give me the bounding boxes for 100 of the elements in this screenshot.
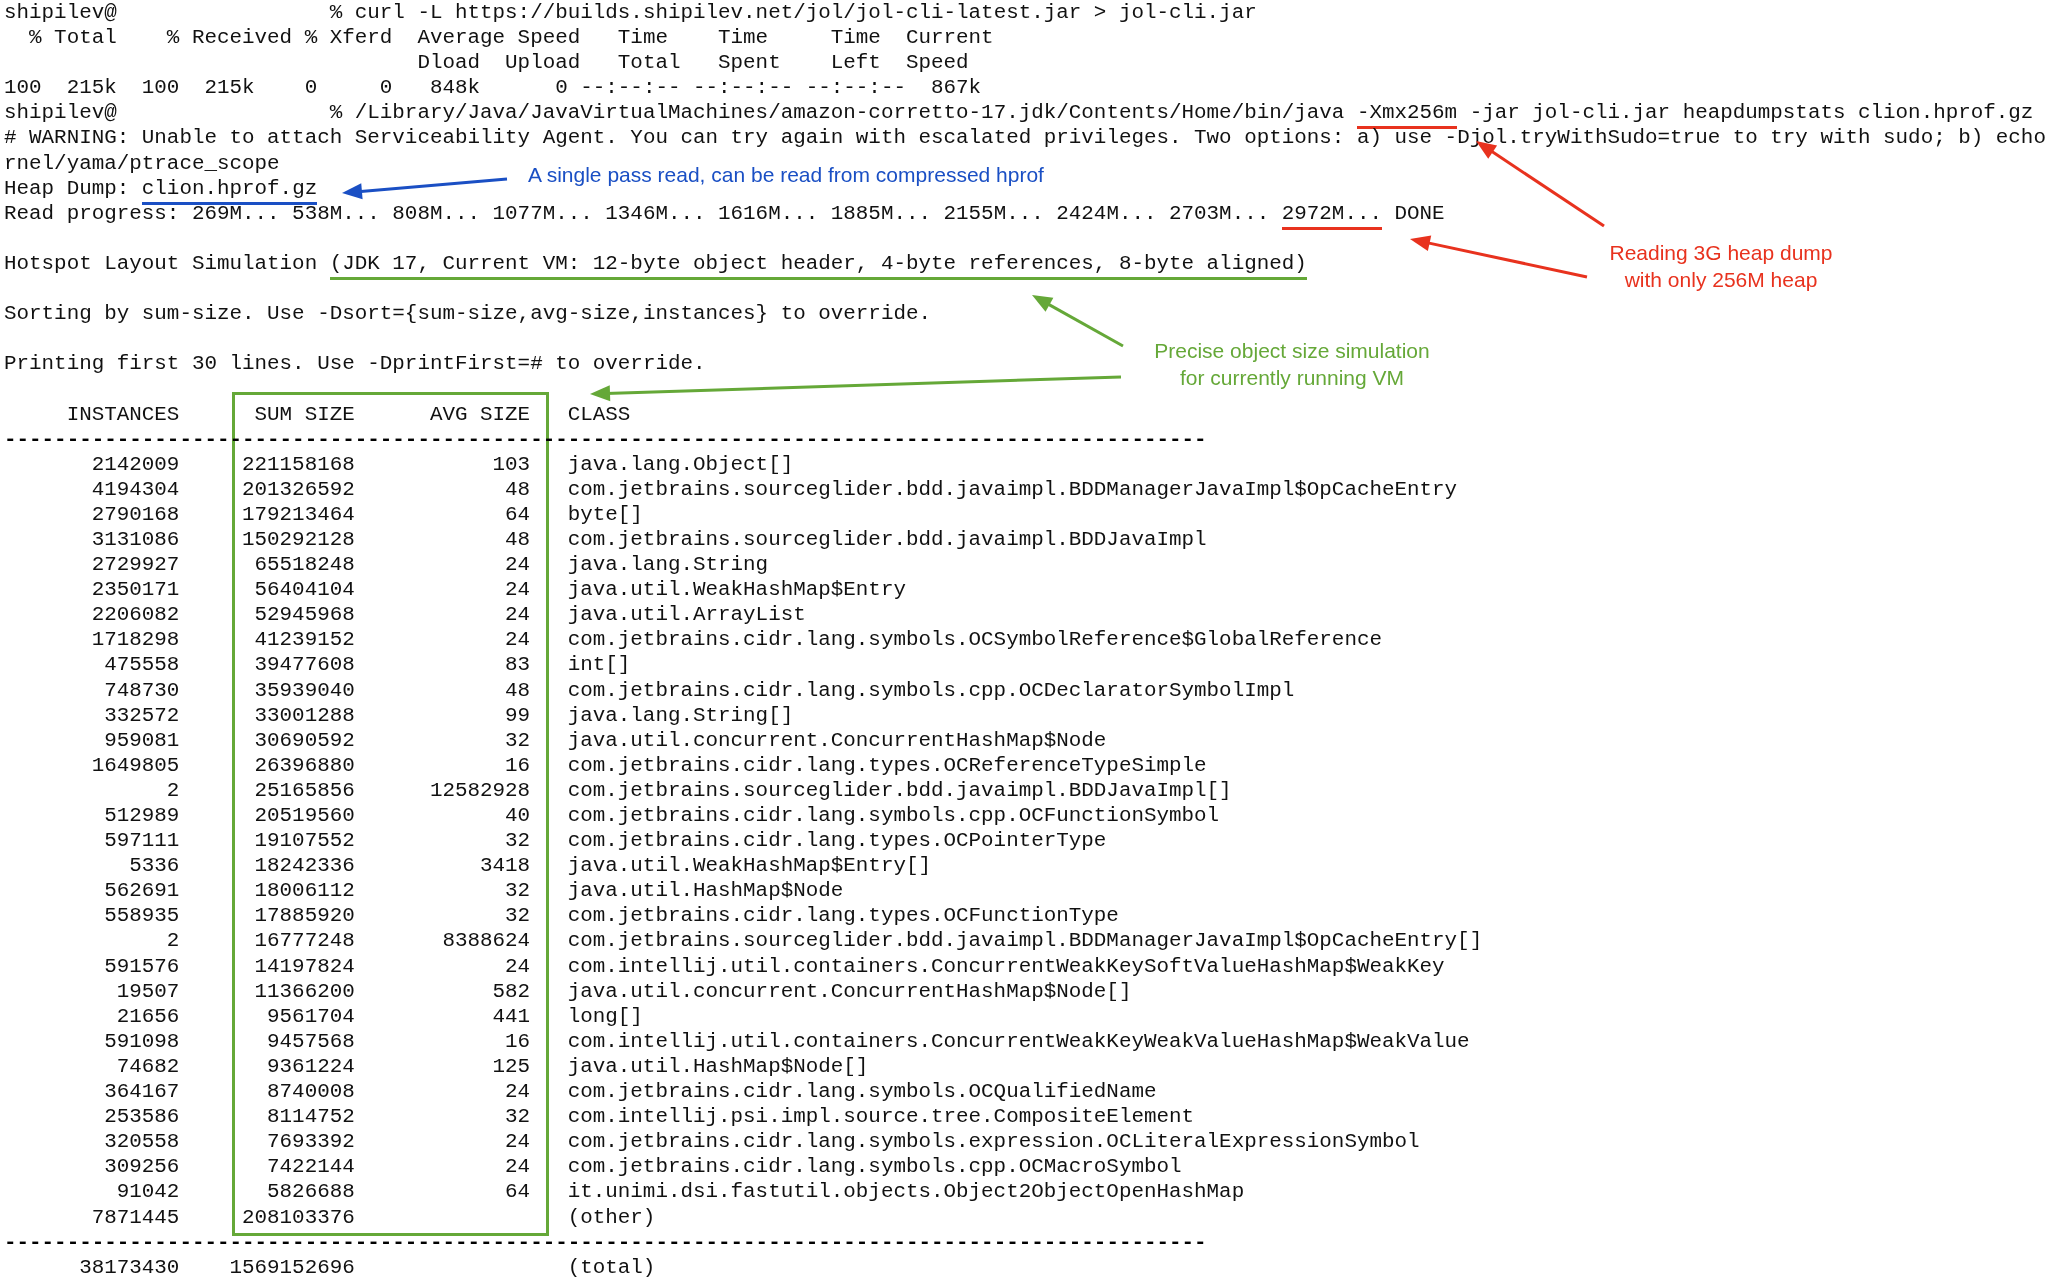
table-cell-text: 125 [491,1053,531,1080]
table-cell-text: 597111 [103,828,180,854]
table-cell: com.jetbrains.sourceglider.bdd.javaimpl.BDDJavaImpl [567,526,1207,553]
annotation-note: Reading 3G heap dump with only 256M heap [1608,240,1834,293]
table-cell: com.intellij.psi.impl.source.tree.CompositeElement [567,1104,1195,1130]
table-cell-text: 8388624 [441,928,531,954]
table-cell-text: 582 [491,978,531,1004]
table-cell-text: 103 [491,451,531,477]
table-cell-text: 48 [504,526,531,553]
total-cell-text: 38173430 [78,1254,180,1280]
table-cell-text: 7871445 [90,1204,180,1230]
table-cell-text: 208103376 [241,1204,355,1230]
table-cell-text: 40 [504,803,531,829]
table-cell-text: 2206082 [90,602,180,628]
table-cell-text: 332572 [103,702,180,728]
table-cell-text: 32 [504,1104,531,1130]
table-cell-text: 3418 [479,853,531,879]
table-cell-text: 14197824 [253,953,355,979]
terminal-line: # WARNING: Unable to attach Serviceability Agent. You can try again with escalated privileges. Two options: a) use -Djol.tryWithSudo=true to try with sudo; b) echo [4,125,2046,151]
table-cell: com.jetbrains.sourceglider.bdd.javaimpl.BDDManagerJavaImpl$OpCacheEntry[] [567,928,1483,954]
total-cell-text: 1569152696 [228,1254,355,1280]
terminal-line: Printing first 30 lines. Use -DprintFirst=# to override. [4,351,706,377]
table-cell-text: 2350171 [90,577,180,603]
table-cell-text: 20519560 [253,803,355,829]
terminal-line: Heap Dump: clion.hprof.gz [4,175,318,201]
table-cell-text: 959081 [103,727,180,753]
table-cell-text: 5336 [128,853,180,879]
table-cell: java.lang.Object[] [567,451,794,477]
table-cell-text: 91042 [115,1179,180,1205]
table-cell-text: 221158168 [241,451,355,477]
table-cell: byte[] [567,501,643,527]
table-cell-text: 35939040 [253,677,355,703]
table-cell-text: 26396880 [253,752,355,778]
table-cell-text: 16 [504,752,531,778]
table-cell: com.jetbrains.cidr.lang.types.OCPointerType [567,828,1107,854]
table-cell: it.unimi.dsi.fastutil.objects.Object2ObjectOpenHashMap [567,1179,1245,1205]
table-cell-text: 2790168 [90,501,180,527]
column-header: CLASS [567,401,631,427]
table-cell-text: 64 [504,501,531,527]
table-cell-text: 2 [165,777,180,803]
table-cell-text: 2142009 [90,451,180,477]
table-cell-text: 25165856 [253,777,355,803]
column-header: SUM SIZE [253,401,355,427]
table-cell-text: 1649805 [90,752,180,778]
table-cell: (other) [567,1204,656,1230]
table-cell-text: 64 [504,1179,531,1205]
table-cell: com.jetbrains.cidr.lang.types.OCReferenceTypeSimple [567,752,1207,778]
table-cell-text: 441 [491,1003,531,1029]
table-cell: java.util.HashMap$Node [567,878,844,904]
table-cell-text: 24 [504,1154,531,1180]
table-cell-text: 41239152 [253,627,355,653]
terminal-line: Hotspot Layout Simulation (JDK 17, Current VM: 12-byte object header, 4-byte references, 8-byte aligned) [4,250,1307,277]
table-cell: long[] [567,1003,643,1029]
table-cell: com.jetbrains.cidr.lang.symbols.cpp.OCFunctionSymbol [567,803,1220,829]
table-cell: com.jetbrains.cidr.lang.symbols.cpp.OCMacroSymbol [567,1154,1182,1180]
table-cell-text: 7422144 [266,1154,355,1180]
table-cell-text: 320558 [103,1129,180,1155]
table-cell: java.lang.String [567,552,769,578]
column-header: INSTANCES [65,401,180,427]
table-cell-text: 512989 [103,803,180,829]
terminal-line: shipilev@ % /Library/Java/JavaVirtualMachines/amazon-corretto-17.jdk/Contents/Home/bin/java -Xmx256m -jar jol-cli.jar heapdumpstats clion.hprof.gz [4,100,2034,126]
table-cell-text: 12582928 [428,777,531,803]
table-cell-text: 562691 [103,878,180,904]
table-cell-text: 253586 [103,1104,180,1130]
terminal-line: rnel/yama/ptrace_scope [4,150,280,176]
terminal-line: Sorting by sum-size. Use -Dsort={sum-size,avg-size,instances} to override. [4,301,931,327]
table-cell: com.jetbrains.cidr.lang.symbols.OCSymbolReference$GlobalReference [567,627,1382,653]
table-cell-text: 16777248 [253,928,355,954]
table-cell-text: 2729927 [90,552,180,578]
table-cell-text: 24 [504,577,531,603]
table-cell-text: 56404104 [253,577,355,603]
table-cell-text: 24 [504,602,531,628]
table-cell: com.jetbrains.cidr.lang.symbols.cpp.OCDeclaratorSymbolImpl [567,677,1295,703]
table-cell-text: 475558 [103,652,180,678]
table-cell: java.util.concurrent.ConcurrentHashMap$Node [567,727,1107,753]
terminal-line: Dload Upload Total Spent Left Speed [416,50,969,76]
table-cell-text: 39477608 [253,652,355,678]
table-cell-text: 591098 [103,1028,180,1054]
terminal-line: % Total % Received % Xferd Average Speed Time Time Time Current [28,25,994,51]
table-cell-text: 52945968 [253,602,355,628]
table-cell-text: 83 [504,652,531,678]
table-cell-text: 19107552 [253,828,355,854]
table-cell-text: 32 [504,878,531,904]
table-cell-text: 32 [504,903,531,929]
table-cell: java.util.WeakHashMap$Entry[] [567,853,931,879]
annotation-note: Precise object size simulation for currently running VM [1153,338,1431,391]
table-cell-text: 24 [504,953,531,979]
table-cell: com.intellij.util.containers.ConcurrentWeakKeySoftValueHashMap$WeakKey [567,953,1445,979]
table-cell-text: 48 [504,476,531,502]
table-cell-text: 8740008 [266,1079,355,1105]
table-cell-text: 5826688 [266,1179,355,1205]
table-cell-text: 9361224 [266,1053,355,1080]
table-cell: java.util.concurrent.ConcurrentHashMap$Node[] [567,978,1132,1004]
column-header: AVG SIZE [428,401,531,427]
table-cell-text: 19507 [115,978,180,1004]
table-cell-text: 201326592 [241,476,355,502]
table-cell-text: 24 [504,1079,531,1105]
table-cell-text: 30690592 [253,727,355,753]
table-cell-text: 21656 [115,1003,180,1029]
table-cell-text: 24 [504,627,531,653]
